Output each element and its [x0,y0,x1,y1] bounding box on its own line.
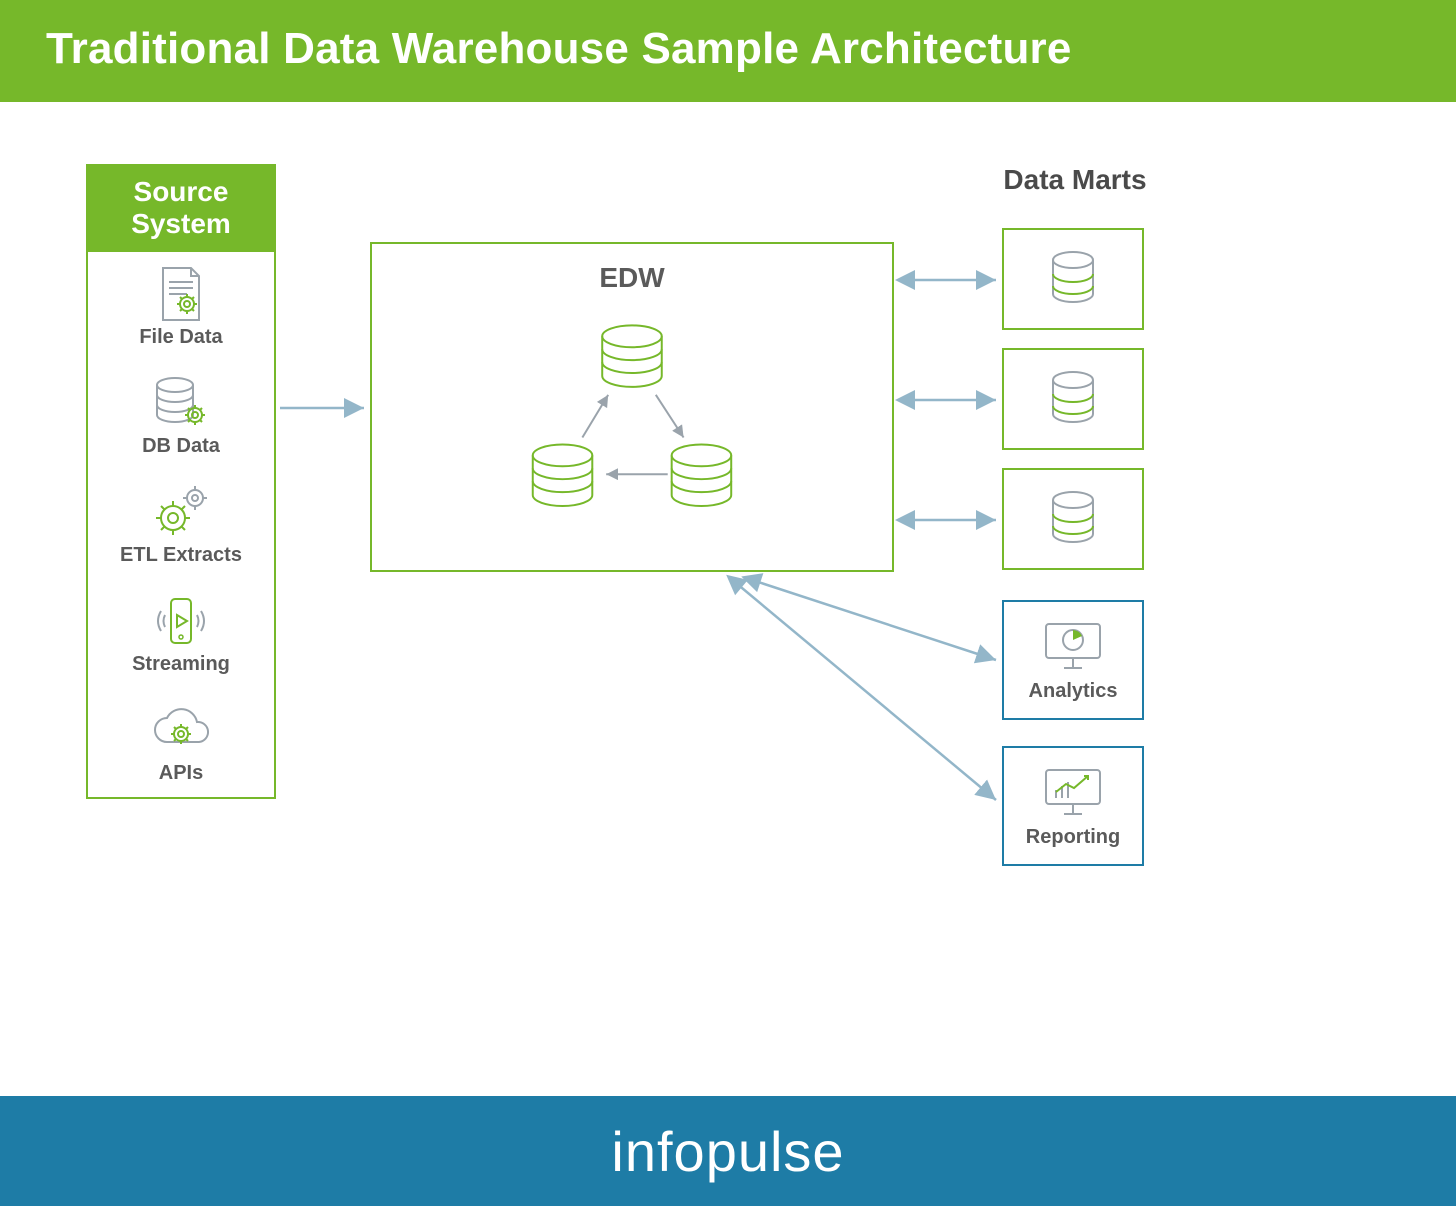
edw-cluster-icon [372,244,892,571]
source-item-label: File Data [139,326,222,349]
page-title-banner: Traditional Data Warehouse Sample Archit… [0,0,1456,102]
data-mart-box [1002,228,1144,330]
source-item-label: Streaming [132,653,230,676]
cloud-gear-icon [145,698,217,762]
streaming-phone-icon [145,589,217,653]
data-mart-box [1002,468,1144,570]
database-icon [1048,370,1098,428]
source-item-label: DB Data [142,435,220,458]
reporting-box: Reporting [1002,746,1144,866]
monitor-pie-icon [1040,618,1106,674]
data-mart-box [1002,348,1144,450]
database-gear-icon [145,371,217,435]
analytics-box: Analytics [1002,600,1144,720]
source-item-file-data: File Data [88,252,274,361]
source-item-etl-extracts: ETL Extracts [88,470,274,579]
source-item-db-data: DB Data [88,361,274,470]
edw-panel: EDW [370,242,894,572]
database-icon [1048,490,1098,548]
footer-brand-bar: infopulse [0,1096,1456,1206]
source-system-title: Source System [88,166,274,252]
source-item-label: ETL Extracts [120,544,242,567]
gears-icon [145,480,217,544]
source-item-label: APIs [159,762,203,785]
file-gear-icon [145,262,217,326]
source-system-panel: Source System [86,164,276,799]
footer-brand: infopulse [611,1119,844,1184]
page-title: Traditional Data Warehouse Sample Archit… [46,24,1072,73]
source-item-apis: APIs [88,688,274,797]
data-marts-title: Data Marts [980,164,1170,196]
diagram-canvas: Source System [0,100,1456,1096]
source-item-streaming: Streaming [88,579,274,688]
database-icon [1048,250,1098,308]
reporting-label: Reporting [1026,826,1120,849]
monitor-chart-icon [1040,764,1106,820]
analytics-label: Analytics [1029,680,1118,703]
